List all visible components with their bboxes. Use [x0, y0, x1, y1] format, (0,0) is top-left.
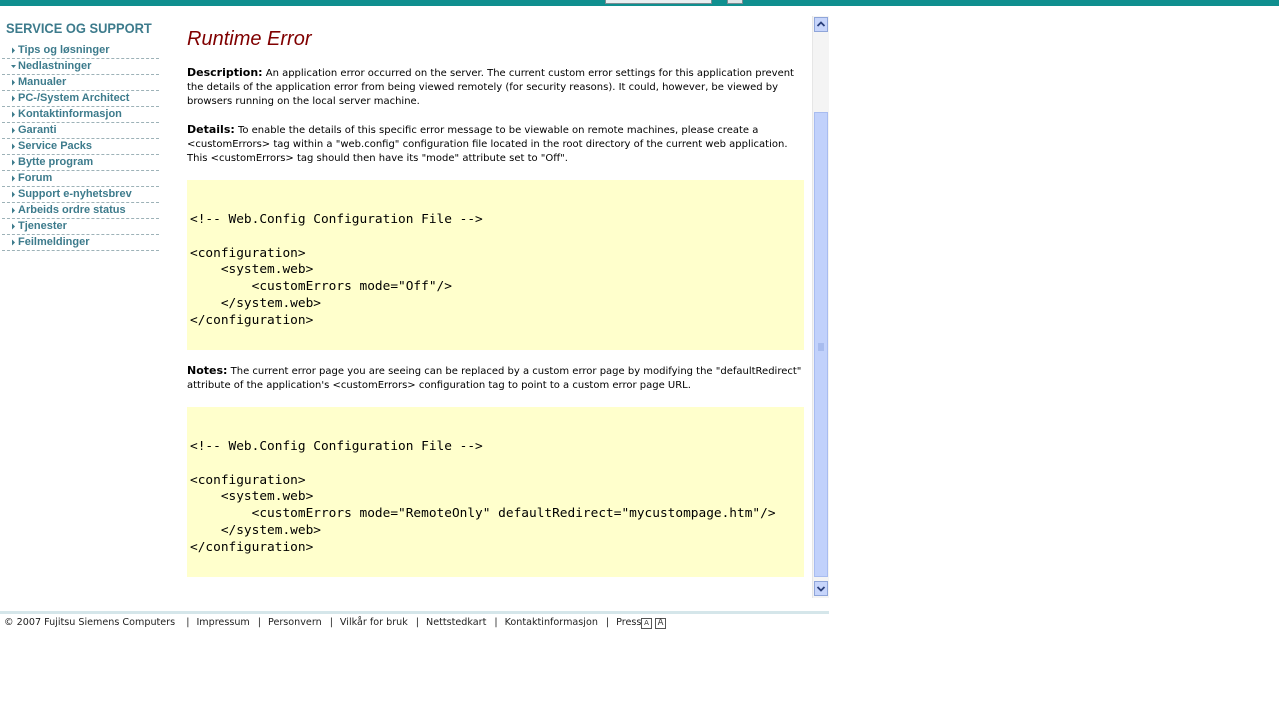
sidebar-item[interactable]: Support e-nyhetsbrev: [2, 188, 159, 203]
sidebar-item-label: Support e-nyhetsbrev: [18, 188, 132, 200]
page-title: Runtime Error: [187, 28, 312, 50]
code-line: <customErrors mode="Off"/>: [190, 279, 452, 295]
vertical-scrollbar[interactable]: [812, 16, 829, 598]
description-paragraph: Description: An application error occurr…: [187, 66, 804, 109]
sidebar-item-label: Service Packs: [18, 140, 93, 152]
sidebar-item[interactable]: Tips og løsninger: [2, 44, 159, 59]
top-search-input[interactable]: [605, 0, 712, 4]
sidebar-nav: Tips og løsninger Nedlastninger Manualer PC…: [0, 44, 160, 251]
code-line: <!-- Web.Config Configuration File -->: [190, 439, 483, 454]
details-paragraph: Details: To enable the details of this s…: [187, 123, 804, 166]
sidebar-item-label: Nedlastninger: [18, 60, 92, 72]
triangle-right-icon: [12, 239, 15, 246]
footer-separator: |: [186, 617, 190, 628]
triangle-right-icon: [12, 223, 15, 230]
top-search-button[interactable]: [727, 0, 743, 4]
sidebar-item[interactable]: Feilmeldinger: [2, 236, 159, 251]
footer-divider: [0, 611, 829, 614]
sidebar-header: SERVICE OG SUPPORT: [3, 18, 160, 38]
sidebar: SERVICE OG SUPPORT Tips og løsninger Nedl…: [0, 18, 160, 252]
sidebar-item[interactable]: Nedlastninger: [2, 60, 159, 75]
chevron-up-icon: [816, 21, 826, 27]
sidebar-item-label: Forum: [18, 172, 53, 184]
code-line: </configuration>: [190, 539, 314, 555]
scroll-thumb[interactable]: [814, 112, 828, 577]
sidebar-item-label: PC-/System Architect: [18, 92, 130, 104]
triangle-right-icon: [12, 143, 15, 150]
triangle-right-icon: [12, 47, 15, 54]
sidebar-item-label: Manualer: [18, 76, 67, 88]
sidebar-item[interactable]: Arbeids ordre status: [2, 204, 159, 219]
footer-copyright: © 2007 Fujitsu Siemens Computers: [4, 617, 176, 628]
footer-link[interactable]: Impressum: [196, 617, 249, 628]
triangle-right-icon: [12, 111, 15, 118]
sidebar-item[interactable]: Kontaktinformasjon: [2, 108, 159, 123]
sidebar-item-label: Arbeids ordre status: [18, 204, 126, 216]
triangle-right-icon: [12, 95, 15, 102]
sidebar-item-label: Tjenester: [18, 220, 67, 232]
footer-link[interactable]: Nettstedkart: [426, 617, 486, 628]
sidebar-title: SERVICE OG SUPPORT: [6, 20, 152, 36]
footer: © 2007 Fujitsu Siemens Computers | Impres…: [4, 617, 647, 629]
code-block-off: <!-- Web.Config Configuration File --> <c…: [187, 180, 804, 350]
details-text: To enable the details of this specific e…: [187, 125, 788, 164]
footer-link[interactable]: Vilkår for bruk: [340, 617, 408, 628]
sidebar-item[interactable]: Tjenester: [2, 220, 159, 235]
triangle-right-icon: [12, 127, 15, 134]
description-label: Description:: [187, 66, 263, 79]
sidebar-item-label: Tips og løsninger: [18, 44, 110, 56]
sidebar-item[interactable]: Garanti: [2, 124, 159, 139]
grip-icon: [818, 343, 824, 351]
footer-separator: |: [605, 617, 610, 628]
footer-link[interactable]: Kontaktinformasjon: [505, 617, 598, 628]
scroll-up-button[interactable]: [814, 17, 828, 32]
code-line: </configuration>: [190, 312, 314, 328]
sidebar-item-label: Garanti: [18, 124, 57, 136]
font-size-large-button[interactable]: A: [655, 618, 666, 629]
code-line: <configuration>: [190, 245, 306, 261]
main-content: Runtime Error Description: An applicatio…: [187, 18, 804, 577]
triangle-right-icon: [12, 207, 15, 214]
code-line: <system.web>: [190, 262, 314, 278]
font-size-small-button[interactable]: A: [641, 618, 652, 629]
sidebar-item[interactable]: Forum: [2, 172, 159, 187]
code-line: <system.web>: [190, 489, 314, 505]
code-line: <customErrors mode="RemoteOnly" defaultR…: [190, 506, 776, 522]
triangle-right-icon: [12, 79, 15, 86]
triangle-right-icon: [12, 175, 15, 182]
description-text: An application error occurred on the ser…: [187, 68, 794, 107]
footer-separator: |: [494, 617, 498, 628]
chevron-down-icon: [816, 586, 826, 592]
sidebar-item-label: Bytte program: [18, 156, 94, 168]
sidebar-item[interactable]: PC-/System Architect: [2, 92, 159, 107]
notes-paragraph: Notes: The current error page you are se…: [187, 364, 804, 393]
footer-link[interactable]: Personvern: [268, 617, 322, 628]
scroll-down-button[interactable]: [814, 581, 828, 596]
footer-separator: |: [257, 617, 261, 628]
triangle-down-icon: [11, 65, 16, 68]
footer-separator: |: [415, 617, 420, 628]
notes-text: The current error page you are seeing ca…: [187, 366, 802, 391]
triangle-right-icon: [12, 191, 15, 198]
code-line: </system.web>: [190, 522, 321, 538]
details-label: Details:: [187, 123, 235, 136]
sidebar-item[interactable]: Manualer: [2, 76, 159, 91]
sidebar-item[interactable]: Bytte program: [2, 156, 159, 171]
sidebar-item-label: Kontaktinformasjon: [18, 108, 122, 120]
code-block-remoteonly: <!-- Web.Config Configuration File --> <c…: [187, 407, 804, 577]
notes-label: Notes:: [187, 364, 228, 377]
footer-separator: |: [329, 617, 333, 628]
code-line: <!-- Web.Config Configuration File -->: [190, 212, 483, 227]
sidebar-item[interactable]: Service Packs: [2, 140, 159, 155]
top-bar: [0, 0, 1279, 6]
sidebar-item-label: Feilmeldinger: [18, 236, 90, 248]
code-line: <configuration>: [190, 472, 306, 488]
triangle-right-icon: [12, 159, 15, 166]
code-line: </system.web>: [190, 295, 321, 311]
